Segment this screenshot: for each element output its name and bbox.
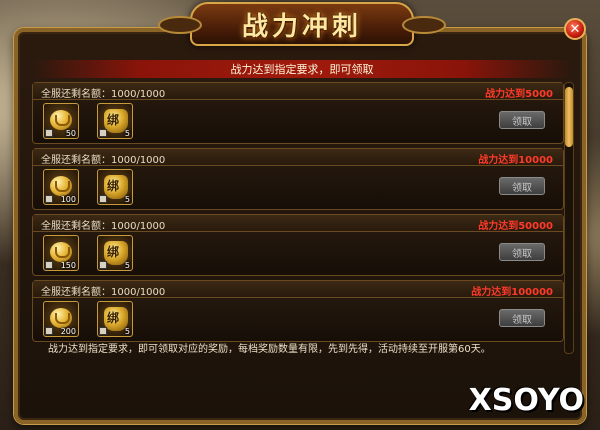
reward-item-gold[interactable]: 100	[43, 169, 79, 205]
entry-header: 全服还剩名额：1000/1000 战力达到5000	[33, 83, 563, 100]
reward-entry-2: 全服还剩名额：1000/1000 战力达到10000 100 绑 5 领取	[32, 148, 564, 210]
scroll-thumb[interactable]	[565, 87, 573, 147]
reward-items: 100 绑 5	[43, 169, 133, 205]
quota-text: 全服还剩名额：1000/1000	[41, 287, 166, 298]
notice-bar: 战力达到指定要求，即可领取	[32, 60, 572, 78]
bound-lock-icon	[45, 261, 53, 269]
item-count: 5	[124, 129, 130, 138]
window-title: 战力冲刺	[241, 11, 362, 42]
bound-lock-icon	[45, 327, 53, 335]
reward-item-bag[interactable]: 绑 5	[97, 169, 133, 205]
reward-item-bag[interactable]: 绑 5	[97, 301, 133, 337]
list-scrollbar[interactable]	[564, 82, 574, 354]
title-plate: 战力冲刺	[158, 2, 446, 46]
bag-label: 绑	[107, 179, 120, 193]
target-text: 战力达到10000	[478, 155, 553, 166]
quota-text: 全服还剩名额：1000/1000	[41, 89, 166, 100]
bound-lock-icon	[99, 195, 107, 203]
bound-lock-icon	[45, 195, 53, 203]
bound-lock-icon	[99, 129, 107, 137]
item-count: 200	[60, 327, 76, 336]
reward-item-gold[interactable]: 150	[43, 235, 79, 271]
item-count: 5	[124, 195, 130, 204]
footer-note: 战力达到指定要求，即可领取对应的奖励，每档奖励数量有限，先到先得，活动持续至开服…	[48, 344, 491, 355]
entry-header: 全服还剩名额：1000/1000 战力达到10000	[33, 149, 563, 166]
reward-list[interactable]: 全服还剩名额：1000/1000 战力达到5000 50 绑 5 领取 全服还剩…	[32, 82, 564, 352]
entry-header: 全服还剩名额：1000/1000 战力达到50000	[33, 215, 563, 232]
notice-text: 战力达到指定要求，即可领取	[230, 63, 374, 76]
game-scene: 战力达到指定要求，即可领取 全服还剩名额：1000/1000 战力达到5000 …	[0, 0, 600, 430]
target-text: 战力达到50000	[478, 221, 553, 232]
target-text: 战力达到5000	[485, 89, 553, 100]
power-sprint-window: 战力达到指定要求，即可领取 全服还剩名额：1000/1000 战力达到5000 …	[14, 28, 586, 424]
item-count: 100	[60, 195, 76, 204]
bag-label: 绑	[107, 113, 120, 127]
claim-button[interactable]: 领取	[499, 243, 545, 261]
gold-coin-icon	[50, 242, 72, 262]
reward-item-bag[interactable]: 绑 5	[97, 103, 133, 139]
bag-label: 绑	[107, 311, 120, 325]
reward-entry-4: 全服还剩名额：1000/1000 战力达到100000 200 绑 5 领取	[32, 280, 564, 342]
reward-items: 150 绑 5	[43, 235, 133, 271]
reward-entry-3: 全服还剩名额：1000/1000 战力达到50000 150 绑 5 领取	[32, 214, 564, 276]
item-count: 5	[124, 327, 130, 336]
bound-lock-icon	[99, 327, 107, 335]
bound-lock-icon	[99, 261, 107, 269]
reward-items: 200 绑 5	[43, 301, 133, 337]
item-count: 150	[60, 261, 76, 270]
entry-header: 全服还剩名额：1000/1000 战力达到100000	[33, 281, 563, 298]
bag-label: 绑	[107, 245, 120, 259]
claim-button[interactable]: 领取	[499, 177, 545, 195]
reward-item-gold[interactable]: 50	[43, 103, 79, 139]
reward-item-bag[interactable]: 绑 5	[97, 235, 133, 271]
bound-lock-icon	[45, 129, 53, 137]
claim-button[interactable]: 领取	[499, 111, 545, 129]
item-count: 50	[65, 129, 76, 138]
reward-entry-1: 全服还剩名额：1000/1000 战力达到5000 50 绑 5 领取	[32, 82, 564, 144]
item-count: 5	[124, 261, 130, 270]
quota-text: 全服还剩名额：1000/1000	[41, 155, 166, 166]
gold-coin-icon	[50, 110, 72, 130]
target-text: 战力达到100000	[471, 287, 553, 298]
gold-coin-icon	[50, 308, 72, 328]
claim-button[interactable]: 领取	[499, 309, 545, 327]
reward-items: 50 绑 5	[43, 103, 133, 139]
watermark: XSOYO	[468, 383, 584, 418]
gold-coin-icon	[50, 176, 72, 196]
close-icon[interactable]: ✕	[564, 18, 586, 40]
quota-text: 全服还剩名额：1000/1000	[41, 221, 166, 232]
reward-item-gold[interactable]: 200	[43, 301, 79, 337]
